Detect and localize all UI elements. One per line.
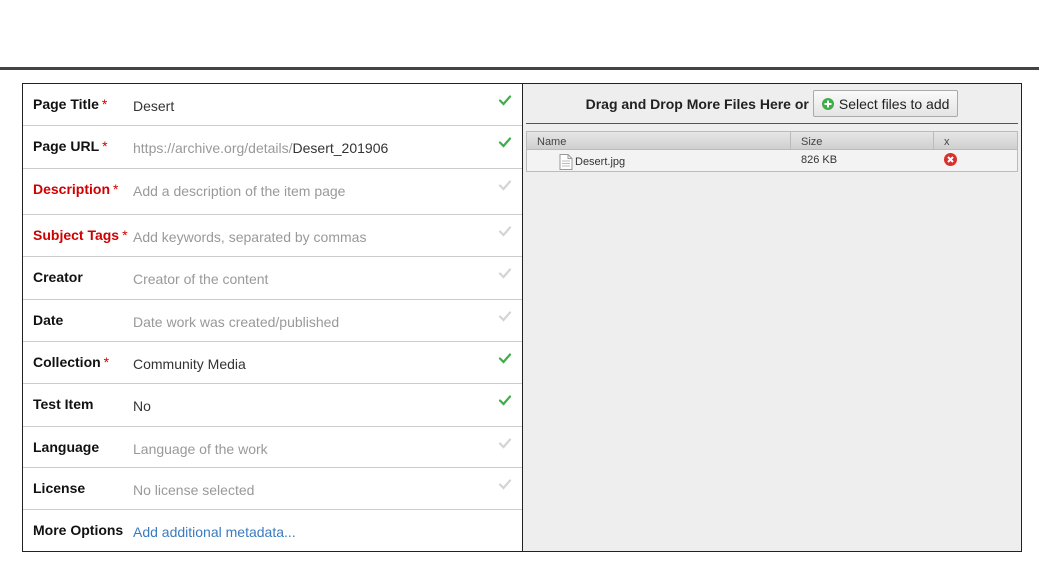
field-value-page-title[interactable]: Desert (133, 98, 174, 114)
file-table: Name Size x Desert.jpg 826 KB (526, 131, 1018, 172)
field-label: Test Item (33, 396, 93, 412)
metadata-row-subject-tags: Subject Tags * Add keywords, separated by … (23, 215, 522, 257)
required-marker: * (122, 227, 128, 243)
metadata-row-date: Date Date work was created/published (23, 300, 522, 342)
metadata-row-more-options: More Options Add additional metadata... (23, 510, 522, 551)
field-value-description[interactable]: Add a description of the item page (133, 183, 345, 199)
field-label-text: License (33, 480, 86, 496)
field-value-page-url[interactable]: https://archive.org/details/Desert_20190… (133, 140, 388, 156)
check-icon-inactive (498, 226, 512, 237)
check-icon-inactive (498, 479, 512, 490)
field-label-text: Test Item (33, 396, 94, 412)
column-header-size[interactable]: Size (791, 132, 934, 149)
field-label-text: Page Title (33, 96, 99, 112)
remove-file-cell (934, 150, 1017, 171)
required-marker: * (101, 96, 108, 112)
table-row: Desert.jpg 826 KB (527, 150, 1017, 171)
metadata-panel: Page Title * Desert Page URL * https://archiv… (23, 84, 523, 551)
field-label: License (33, 480, 85, 496)
field-label: Date (33, 312, 63, 328)
field-value-subject-tags[interactable]: Add keywords, separated by commas (133, 229, 366, 245)
field-label: Page Title * (33, 96, 107, 112)
add-circle-icon (821, 97, 834, 110)
select-files-button[interactable]: Select files to add (812, 90, 959, 117)
upload-form: Page Title * Desert Page URL * https://archiv… (22, 83, 1022, 552)
field-label-text: Language (33, 439, 100, 455)
files-panel: Drag and Drop More Files Here or Select … (523, 84, 1021, 551)
required-marker: * (113, 181, 119, 197)
field-label-text: Date (33, 312, 64, 328)
field-label: Page URL * (33, 138, 108, 154)
file-icon (559, 153, 573, 170)
field-label-text: Description (33, 181, 111, 197)
check-icon-inactive (498, 438, 512, 449)
url-prefix: https://archive.org/details/ (133, 140, 293, 156)
required-marker: * (102, 138, 108, 154)
field-value-language[interactable]: Language of the work (133, 441, 268, 457)
field-label-text: Page URL (33, 138, 100, 154)
metadata-row-license: License No license selected (23, 468, 522, 510)
file-table-header: Name Size x (527, 132, 1017, 150)
field-label: More Options (33, 522, 123, 538)
file-name: Desert.jpg (575, 155, 626, 168)
url-identifier: Desert_201906 (292, 140, 389, 156)
metadata-row-page-title: Page Title * Desert (23, 84, 522, 126)
metadata-row-language: Language Language of the work (23, 427, 522, 468)
field-label: Creator (33, 269, 83, 285)
field-label: Subject Tags * (33, 227, 128, 243)
field-label-text: More Options (33, 522, 124, 538)
field-label: Language (33, 439, 99, 455)
field-label: Description * (33, 181, 118, 197)
check-icon-inactive (498, 268, 512, 279)
field-label-text: Creator (33, 269, 83, 285)
metadata-row-page-url: Page URL * https://archive.org/details/Des… (23, 126, 522, 169)
drop-zone-text: Drag and Drop More Files Here or (585, 95, 809, 112)
check-icon (498, 395, 512, 406)
top-header-bar (0, 0, 1039, 70)
field-label: Collection * (33, 354, 109, 370)
select-files-label: Select files to add (838, 95, 950, 112)
check-icon-inactive (498, 180, 512, 191)
field-label-text: Collection (33, 354, 101, 370)
field-value-creator[interactable]: Creator of the content (133, 271, 268, 287)
check-icon (498, 353, 512, 364)
file-name-cell: Desert.jpg (527, 150, 791, 171)
field-value-date[interactable]: Date work was created/published (133, 314, 339, 330)
required-marker: * (103, 354, 110, 370)
field-value-license[interactable]: No license selected (133, 482, 254, 498)
remove-file-icon[interactable] (944, 153, 957, 166)
metadata-row-creator: Creator Creator of the content (23, 257, 522, 300)
drop-zone[interactable]: Drag and Drop More Files Here or Select … (526, 84, 1018, 124)
column-header-name[interactable]: Name (527, 132, 791, 149)
check-icon-inactive (498, 311, 512, 322)
metadata-row-description: Description * Add a description of the ite… (23, 169, 522, 215)
add-metadata-link[interactable]: Add additional metadata... (133, 524, 296, 540)
file-size: 826 KB (801, 154, 838, 166)
check-icon (498, 95, 512, 106)
metadata-row-collection: Collection * Community Media (23, 342, 522, 384)
check-icon (498, 137, 512, 148)
column-header-remove: x (944, 136, 950, 148)
field-value-test-item[interactable]: No (133, 398, 151, 414)
field-label-text: Subject Tags (33, 227, 120, 243)
field-value-collection[interactable]: Community Media (133, 356, 246, 372)
metadata-row-test-item: Test Item No (23, 384, 522, 427)
